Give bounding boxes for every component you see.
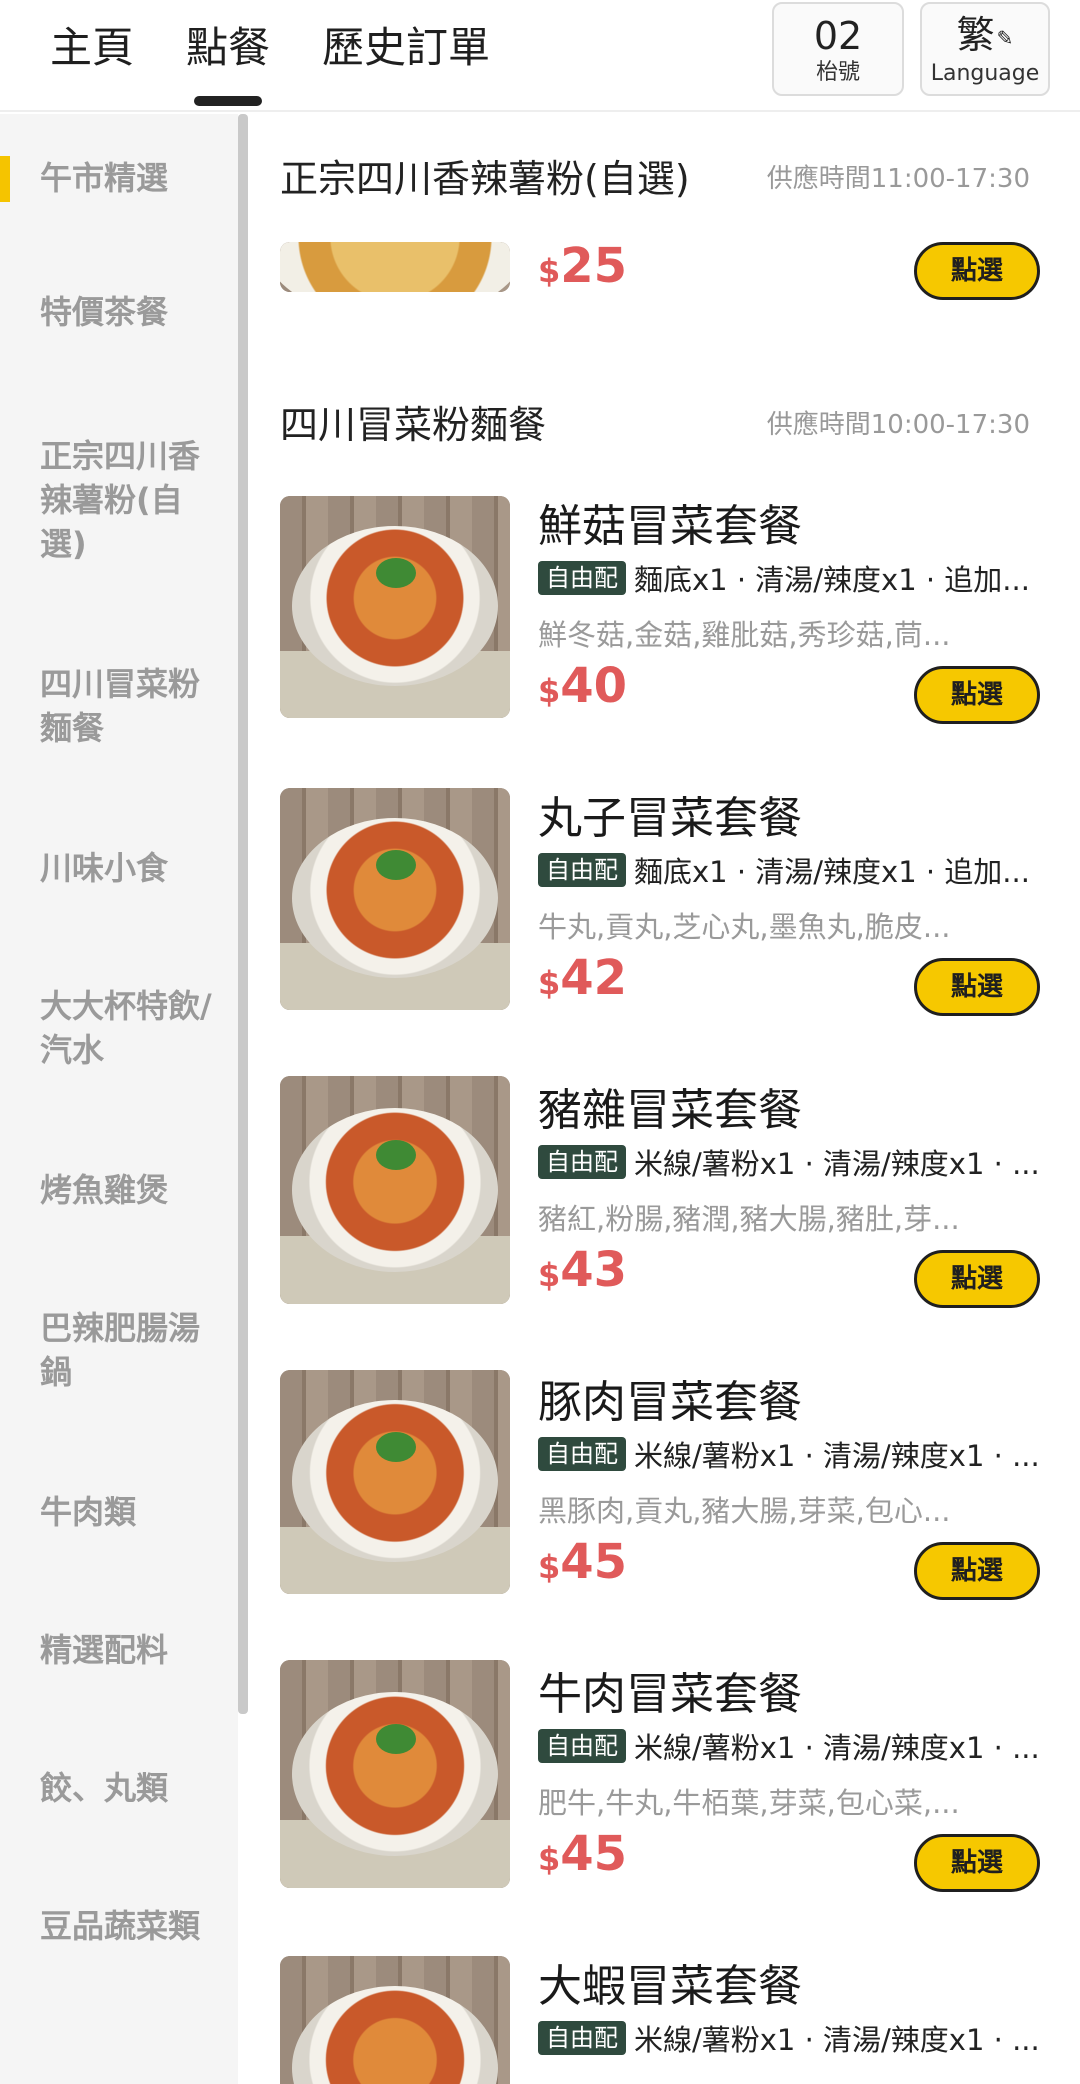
dish-options: 麵底x1 · 清湯/辣度x1 · 追加... [634,855,1030,889]
free-match-tag: 自由配 [538,853,626,887]
select-button[interactable]: 點選 [914,242,1040,300]
dish-name: 豬雜冒菜套餐 [538,1085,802,1136]
dish-ingredients: 黑豚肉,貢丸,豬大腸,芽菜,包心... [538,1494,951,1528]
sidebar-item-sichuan-noodles[interactable]: 正宗四川香辣薯粉(自選) [0,434,238,566]
dish-ingredients: 豬紅,粉腸,豬潤,豬大腸,豬肚,芽... [538,1202,960,1236]
sidebar-item-lunch-specials[interactable]: 午市精選 [0,156,238,200]
table-number: 02 [813,14,863,58]
price: $42 [538,950,628,1006]
dish-image[interactable] [280,1076,510,1304]
dish-image[interactable] [280,1956,510,2084]
sidebar-item-drinks[interactable]: 大大杯特飲/汽水 [0,984,238,1072]
dish-ingredients: 牛丸,貢丸,芝心丸,墨魚丸,脆皮... [538,910,951,944]
dish-ingredients: 鮮冬菇,金菇,雞肶菇,秀珍菇,茼... [538,618,951,652]
free-match-tag: 自由配 [538,1729,626,1763]
dish-name: 牛肉冒菜套餐 [538,1669,802,1720]
language-char: 繁 [956,13,995,57]
select-button[interactable]: 點選 [914,1834,1040,1892]
dish-image[interactable] [280,788,510,1010]
price: $45 [538,1826,628,1882]
language-button[interactable]: 繁 ✎ Language [920,2,1050,96]
main-nav: 主頁 點餐 歷史訂單 [50,0,490,112]
dish-options: 米線/薯粉x1 · 清湯/辣度x1 · ... [634,2023,1040,2057]
language-label: Language [930,60,1040,86]
tab-history[interactable]: 歷史訂單 [322,0,490,112]
dish-name: 鮮菇冒菜套餐 [538,501,802,552]
dish-image[interactable] [280,496,510,718]
section-time: 供應時間10:00-17:30 [766,410,1030,440]
sidebar-item-tea-set[interactable]: 特價茶餐 [0,290,238,334]
dish-image[interactable] [280,1660,510,1888]
dish-ingredients: 肥牛,牛丸,牛栢葉,芽菜,包心菜,... [538,1786,960,1820]
sidebar-item-beef[interactable]: 牛肉類 [0,1490,238,1534]
category-sidebar: 午市精選 特價茶餐 正宗四川香辣薯粉(自選) 四川冒菜粉麵餐 川味小食 大大杯特… [0,114,238,2084]
select-button[interactable]: 點選 [914,1542,1040,1600]
sidebar-item-dumplings[interactable]: 餃、丸類 [0,1766,238,1810]
section-time: 供應時間11:00-17:30 [766,164,1030,194]
section-title: 四川冒菜粉麵餐 [280,403,547,447]
sidebar-item-grilled-fish[interactable]: 烤魚雞煲 [0,1168,238,1212]
free-match-tag: 自由配 [538,561,626,595]
dish-name: 豚肉冒菜套餐 [538,1377,802,1428]
dish-image[interactable] [280,242,510,292]
sidebar-scrollbar[interactable] [238,114,248,1714]
free-match-tag: 自由配 [538,2021,626,2055]
sidebar-item-snacks[interactable]: 川味小食 [0,846,238,890]
select-button[interactable]: 點選 [914,666,1040,724]
dish-name: 大蝦冒菜套餐 [538,1961,802,2012]
tab-order[interactable]: 點餐 [186,0,270,112]
dish-options: 米線/薯粉x1 · 清湯/辣度x1 · ... [634,1147,1040,1181]
free-match-tag: 自由配 [538,1437,626,1471]
section-title: 正宗四川香辣薯粉(自選) [280,157,690,201]
sidebar-item-toppings[interactable]: 精選配料 [0,1628,238,1672]
dish-options: 米線/薯粉x1 · 清湯/辣度x1 · ... [634,1439,1040,1473]
top-header: 主頁 點餐 歷史訂單 02 枱號 繁 ✎ Language [0,0,1080,112]
dish-options: 麵底x1 · 清湯/辣度x1 · 追加... [634,563,1030,597]
price: $40 [538,658,628,714]
sidebar-item-intestine-pot[interactable]: 巴辣肥腸湯鍋 [0,1306,238,1394]
table-label: 枱號 [815,60,860,85]
dish-options: 米線/薯粉x1 · 清湯/辣度x1 · ... [634,1731,1040,1765]
dish-image[interactable] [280,1370,510,1594]
sidebar-item-maocai[interactable]: 四川冒菜粉麵餐 [0,662,238,750]
price: $45 [538,1534,628,1590]
table-number-box[interactable]: 02 枱號 [772,2,904,96]
menu-content: 正宗四川香辣薯粉(自選) 供應時間11:00-17:30 $25 點選 四川冒菜… [248,114,1080,2084]
tab-home[interactable]: 主頁 [50,0,134,112]
select-button[interactable]: 點選 [914,1250,1040,1308]
price: $25 [538,238,628,294]
dish-name: 丸子冒菜套餐 [538,793,802,844]
pencil-icon: ✎ [996,25,1014,50]
sidebar-item-tofu-veg[interactable]: 豆品蔬菜類 [0,1904,238,1948]
select-button[interactable]: 點選 [914,958,1040,1016]
free-match-tag: 自由配 [538,1145,626,1179]
price: $43 [538,1242,628,1298]
